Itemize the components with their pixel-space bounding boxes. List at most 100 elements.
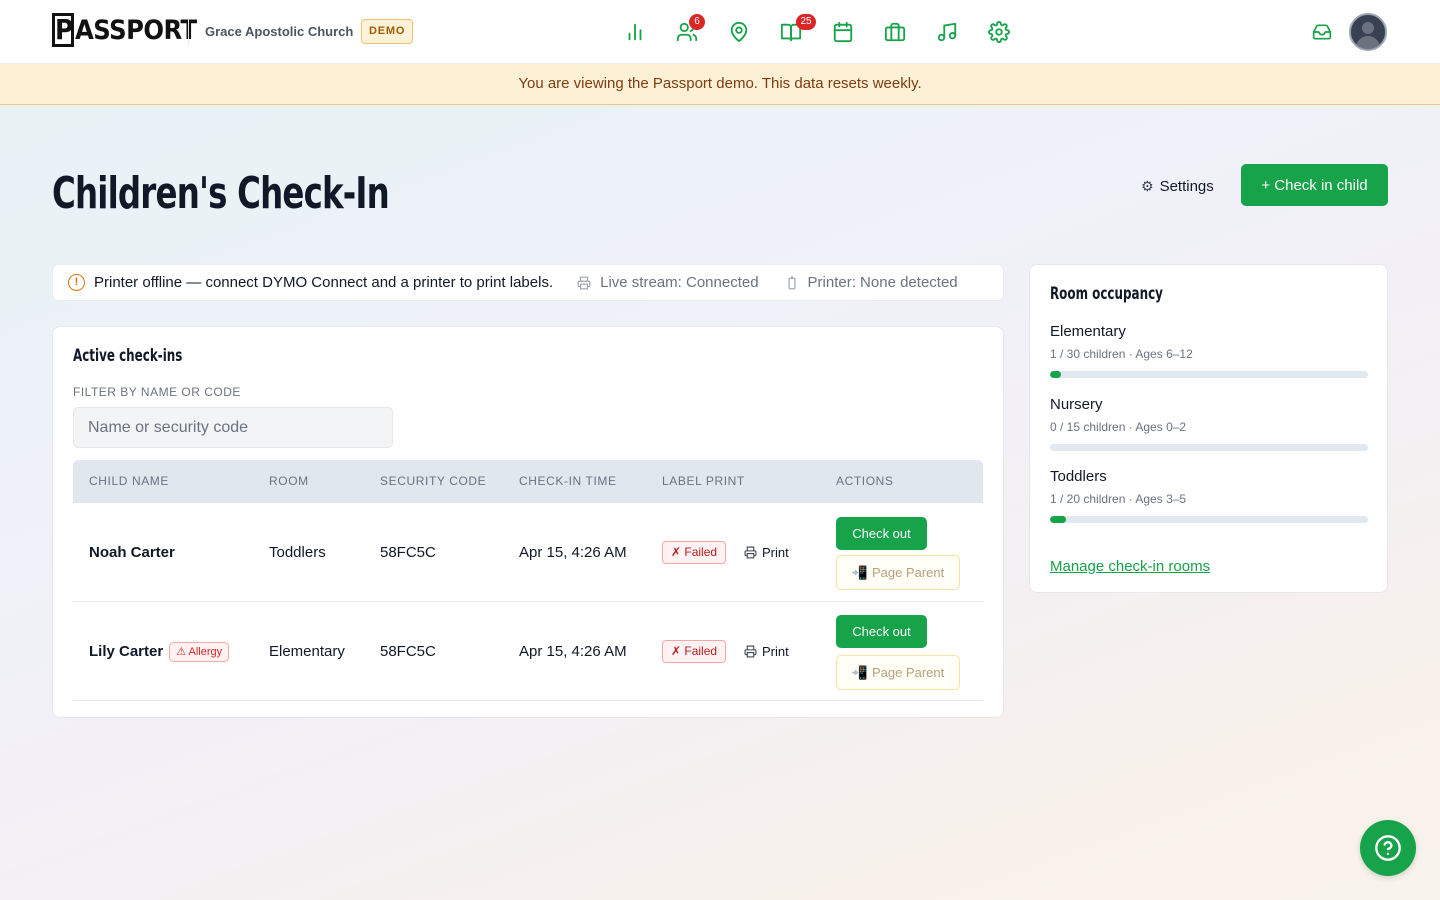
logo-letter: P [52,13,74,47]
check-in-child-button[interactable]: + Check in child [1241,164,1388,206]
room-meta: 1 / 20 children · Ages 3–5 [1050,492,1187,506]
nav-people[interactable]: 6 [669,14,705,50]
label-failed-badge: ✗ Failed [662,640,727,663]
music-icon [937,22,957,42]
main-nav: 6 25 [617,14,1017,50]
room-meta: 1 / 30 children · Ages 6–12 [1050,347,1193,361]
label-failed-badge: ✗ Failed [662,541,727,564]
battery-icon [788,276,796,289]
people-badge: 6 [689,14,705,30]
table-header: CHILD NAME ROOM SECURITY CODE CHECK-IN T… [73,460,983,503]
settings-button[interactable]: ⚙ Settings [1129,170,1226,202]
occupancy-bar [1050,371,1368,378]
child-name[interactable]: Noah Carter [89,544,175,561]
nav-groups[interactable]: 25 [773,14,816,50]
map-pin-icon [730,21,748,43]
occupancy-bar-fill [1050,516,1066,523]
room-name: Nursery [1050,396,1103,413]
groups-badge: 25 [796,14,816,30]
phone-icon: 📲 [851,564,868,580]
active-checkins-card: Active check-ins FILTER BY NAME OR CODE … [52,326,1004,718]
nav-settings[interactable] [981,14,1017,50]
table-row: Noah Carter Toddlers 58FC5C Apr 15, 4:26… [73,503,983,602]
top-bar: P ASSPORT Grace Apostolic Church DEMO 6 2… [0,0,1440,64]
security-code: 58FC5C [380,643,436,660]
inbox-icon [1312,24,1332,40]
column-header-child-name[interactable]: CHILD NAME [89,474,169,488]
avatar-head [1362,22,1374,34]
printer-icon [744,546,757,559]
child-name-cell: Lily Carter ⚠ Allergy [89,642,230,662]
org-name: Grace Apostolic Church [205,24,354,39]
column-header-label-print[interactable]: LABEL PRINT [662,474,745,488]
demo-badge: DEMO [361,19,414,44]
printer-detected-status: Printer: None detected [785,274,958,291]
checkins-table: CHILD NAME ROOM SECURITY CODE CHECK-IN T… [73,460,983,701]
help-icon [1375,835,1401,861]
column-header-security-code[interactable]: SECURITY CODE [380,474,486,488]
live-stream-label: Live stream: Connected [600,274,759,291]
phone-icon: 📲 [851,664,868,680]
logo-text: ASSPORT [75,14,197,46]
room-meta: 0 / 15 children · Ages 0–2 [1050,420,1187,434]
gear-icon: ⚙ [1141,177,1154,194]
avatar[interactable] [1349,13,1387,51]
check-out-button[interactable]: Check out [836,517,927,550]
room-name: Elementary [269,643,345,660]
settings-label: Settings [1159,177,1214,195]
room-item-nursery: Nursery 0 / 15 children · Ages 0–2 [1050,396,1368,451]
print-button[interactable]: Print [744,545,789,560]
checkin-time: Apr 15, 4:26 AM [519,544,627,561]
room-occupancy-card: Room occupancy Elementary 1 / 30 childre… [1029,264,1388,593]
checkin-time: Apr 15, 4:26 AM [519,643,627,660]
bar-chart-icon [628,23,642,41]
nav-analytics[interactable] [617,14,653,50]
passport-logo[interactable]: P ASSPORT [52,12,197,48]
briefcase-icon [884,22,906,42]
column-header-checkin-time[interactable]: CHECK-IN TIME [519,474,617,488]
nav-locations[interactable] [721,14,757,50]
page-parent-button[interactable]: 📲 Page Parent [836,655,960,690]
filter-label: FILTER BY NAME OR CODE [73,385,241,399]
printer-offline-message: Printer offline — connect DYMO Connect a… [94,274,554,291]
calendar-icon [833,21,853,43]
occupancy-bar [1050,444,1368,451]
active-checkins-title: Active check-ins [73,346,183,366]
inbox-button[interactable] [1306,16,1338,48]
room-name: Toddlers [1050,468,1107,485]
print-label: Print [762,545,789,560]
room-name: Toddlers [269,544,326,561]
gear-icon [988,21,1010,43]
help-button[interactable] [1360,820,1416,876]
column-header-room[interactable]: ROOM [269,474,309,488]
filter-input[interactable] [73,407,393,448]
warning-icon: ! [68,274,85,291]
column-header-actions: ACTIONS [836,474,894,488]
table-row: Lily Carter ⚠ Allergy Elementary 58FC5C A… [73,602,983,701]
security-code: 58FC5C [380,544,436,561]
check-out-button[interactable]: Check out [836,615,927,648]
room-item-elementary: Elementary 1 / 30 children · Ages 6–12 [1050,323,1368,378]
manage-rooms-link[interactable]: Manage check-in rooms [1050,558,1210,575]
child-name[interactable]: Lily Carter [89,643,163,660]
allergy-badge: ⚠ Allergy [169,642,230,662]
logo-divider [188,18,189,46]
printer-status-bar: ! Printer offline — connect DYMO Connect… [52,264,1004,301]
page-parent-label: Page Parent [871,665,945,680]
printer-icon [577,276,591,289]
demo-banner: You are viewing the Passport demo. This … [0,64,1440,105]
avatar-body [1356,36,1380,49]
occupancy-bar [1050,516,1368,523]
nav-calendar[interactable] [825,14,861,50]
page-title: Children's Check-In [52,168,390,219]
page-parent-label: Page Parent [871,565,945,580]
printer-icon [744,645,757,658]
print-button[interactable]: Print [744,644,789,659]
page-parent-button[interactable]: 📲 Page Parent [836,555,960,590]
nav-ministries[interactable] [877,14,913,50]
nav-worship[interactable] [929,14,965,50]
room-name: Elementary [1050,323,1126,340]
room-item-toddlers: Toddlers 1 / 20 children · Ages 3–5 [1050,468,1368,523]
occupancy-bar-fill [1050,371,1062,378]
print-label: Print [762,644,789,659]
